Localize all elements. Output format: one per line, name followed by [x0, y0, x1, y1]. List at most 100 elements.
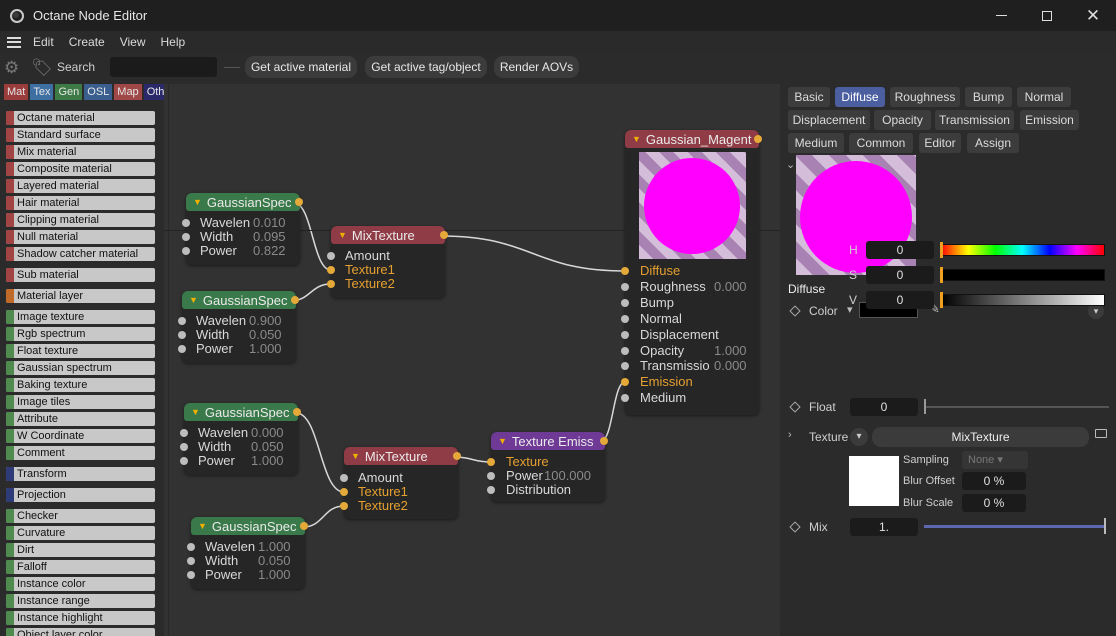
- input-pin[interactable]: [621, 347, 629, 355]
- input-pin[interactable]: [621, 299, 629, 307]
- category-tab-osl[interactable]: OSL: [84, 84, 113, 100]
- minimize-button[interactable]: [978, 0, 1024, 31]
- output-pin[interactable]: [440, 231, 448, 239]
- input-pin[interactable]: [327, 252, 335, 260]
- input-pin[interactable]: [621, 362, 629, 370]
- node-header[interactable]: ▼ Texture Emiss: [491, 432, 605, 450]
- palette-item-dirt[interactable]: Dirt: [6, 543, 155, 557]
- input-pin[interactable]: [621, 267, 629, 275]
- input-pin[interactable]: [187, 571, 195, 579]
- s-slider[interactable]: [940, 269, 1105, 281]
- input-pin[interactable]: [182, 233, 190, 241]
- param-value[interactable]: 1.000: [249, 342, 282, 356]
- input-pin[interactable]: [187, 557, 195, 565]
- category-tab-gen[interactable]: Gen: [55, 84, 83, 100]
- param-value[interactable]: 0.000: [251, 426, 284, 440]
- node-header[interactable]: ▼ MixTexture: [344, 447, 458, 465]
- node-header[interactable]: ▼ Gaussian_Magent: [625, 130, 759, 148]
- palette-item-float-texture[interactable]: Float texture: [6, 344, 155, 358]
- palette-item-attribute[interactable]: Attribute: [6, 412, 155, 426]
- node-gs3-gaussianspec[interactable]: ▼ GaussianSpec Wavelen 0.000 Width 0.050 Power…: [180, 403, 301, 475]
- input-pin[interactable]: [340, 474, 348, 482]
- palette-item-layered-material[interactable]: Layered material: [6, 179, 155, 193]
- texture-dropdown-button[interactable]: ▾: [850, 428, 868, 446]
- palette-item-null-material[interactable]: Null material: [6, 230, 155, 244]
- input-pin[interactable]: [178, 331, 186, 339]
- palette-item-falloff[interactable]: Falloff: [6, 560, 155, 574]
- tab-basic[interactable]: Basic: [788, 87, 830, 107]
- palette-item-transform[interactable]: Transform: [6, 467, 155, 481]
- collapse-arrow-icon[interactable]: ▼: [338, 230, 347, 240]
- output-pin[interactable]: [300, 522, 308, 530]
- palette-item-rgb-spectrum[interactable]: Rgb spectrum: [6, 327, 155, 341]
- node-graph-canvas[interactable]: ▼ GaussianSpec Wavelen 0.010 Width 0.095 Power…: [164, 84, 780, 636]
- param-value[interactable]: 0.822: [253, 244, 286, 258]
- palette-item-w-coordinate[interactable]: W Coordinate: [6, 429, 155, 443]
- node-gs1-gaussianspec[interactable]: ▼ GaussianSpec Wavelen 0.010 Width 0.095 Power…: [182, 193, 303, 265]
- search-input[interactable]: [110, 57, 217, 77]
- palette-item-curvature[interactable]: Curvature: [6, 526, 155, 540]
- palette-item-standard-surface[interactable]: Standard surface: [6, 128, 155, 142]
- input-pin[interactable]: [340, 488, 348, 496]
- s-slider-handle[interactable]: [940, 267, 943, 283]
- input-pin[interactable]: [180, 429, 188, 437]
- input-pin[interactable]: [178, 345, 186, 353]
- tab-normal[interactable]: Normal: [1017, 87, 1071, 107]
- v-value-field[interactable]: 0: [866, 291, 934, 309]
- float-slider-handle[interactable]: [924, 399, 926, 414]
- tab-opacity[interactable]: Opacity: [874, 110, 931, 130]
- palette-item-image-tiles[interactable]: Image tiles: [6, 395, 155, 409]
- close-button[interactable]: ✕: [1070, 0, 1116, 31]
- keyframe-diamond-icon[interactable]: [789, 521, 801, 533]
- palette-item-instance-range[interactable]: Instance range: [6, 594, 155, 608]
- gear-icon[interactable]: ⚙: [4, 58, 24, 78]
- category-tab-mat[interactable]: Mat: [4, 84, 29, 100]
- v-slider[interactable]: [940, 294, 1105, 306]
- input-pin[interactable]: [187, 543, 195, 551]
- h-slider-handle[interactable]: [940, 242, 943, 258]
- menu-view[interactable]: View: [120, 35, 146, 49]
- collapse-arrow-icon[interactable]: ▼: [191, 407, 200, 417]
- tab-medium[interactable]: Medium: [788, 133, 844, 153]
- tab-emission[interactable]: Emission: [1020, 110, 1079, 130]
- param-value[interactable]: 0.900: [249, 314, 282, 328]
- folder-icon[interactable]: [1095, 429, 1107, 438]
- palette-item-instance-color[interactable]: Instance color: [6, 577, 155, 591]
- texture-expand-chevron-icon[interactable]: ›: [788, 429, 792, 441]
- input-pin[interactable]: [621, 315, 629, 323]
- node-header[interactable]: ▼ GaussianSpec: [184, 403, 298, 421]
- palette-item-clipping-material[interactable]: Clipping material: [6, 213, 155, 227]
- node-gs4-gaussianspec[interactable]: ▼ GaussianSpec Wavelen 1.000 Width 0.050 Power…: [187, 517, 308, 589]
- input-pin[interactable]: [487, 458, 495, 466]
- input-pin[interactable]: [621, 283, 629, 291]
- render-aovs-button[interactable]: Render AOVs: [494, 56, 579, 78]
- blur-scale-field[interactable]: 0 %: [962, 494, 1026, 512]
- palette-item-sub-material[interactable]: Sub material: [6, 268, 155, 282]
- param-value[interactable]: 1.000: [258, 540, 291, 554]
- param-value[interactable]: 0.050: [249, 328, 282, 342]
- node-header[interactable]: ▼ GaussianSpec: [182, 291, 296, 309]
- input-pin[interactable]: [340, 502, 348, 510]
- input-pin[interactable]: [182, 247, 190, 255]
- param-value[interactable]: 100.000: [544, 469, 591, 483]
- palette-item-material-layer[interactable]: Material layer: [6, 289, 155, 303]
- menu-help[interactable]: Help: [161, 35, 186, 49]
- palette-item-hair-material[interactable]: Hair material: [6, 196, 155, 210]
- palette-item-checker[interactable]: Checker: [6, 509, 155, 523]
- node-header[interactable]: ▼ GaussianSpec: [191, 517, 305, 535]
- input-pin[interactable]: [621, 378, 629, 386]
- param-value[interactable]: 0.000: [714, 280, 747, 294]
- category-tab-tex[interactable]: Tex: [30, 84, 54, 100]
- collapse-arrow-icon[interactable]: ▼: [498, 436, 507, 446]
- collapse-preview-chevron-icon[interactable]: ⌄: [786, 158, 795, 171]
- palette-item-baking-texture[interactable]: Baking texture: [6, 378, 155, 392]
- node-mix1-mixtexture[interactable]: ▼ MixTexture Amount Texture1 Texture2: [327, 226, 448, 298]
- palette-item-image-texture[interactable]: Image texture: [6, 310, 155, 324]
- input-pin[interactable]: [621, 394, 629, 402]
- blur-offset-field[interactable]: 0 %: [962, 472, 1026, 490]
- h-value-field[interactable]: 0: [866, 241, 934, 259]
- palette-item-object-layer-color[interactable]: Object layer color: [6, 628, 155, 636]
- texture-link-field[interactable]: MixTexture: [872, 427, 1089, 447]
- input-pin[interactable]: [621, 331, 629, 339]
- keyframe-diamond-icon[interactable]: [789, 401, 801, 413]
